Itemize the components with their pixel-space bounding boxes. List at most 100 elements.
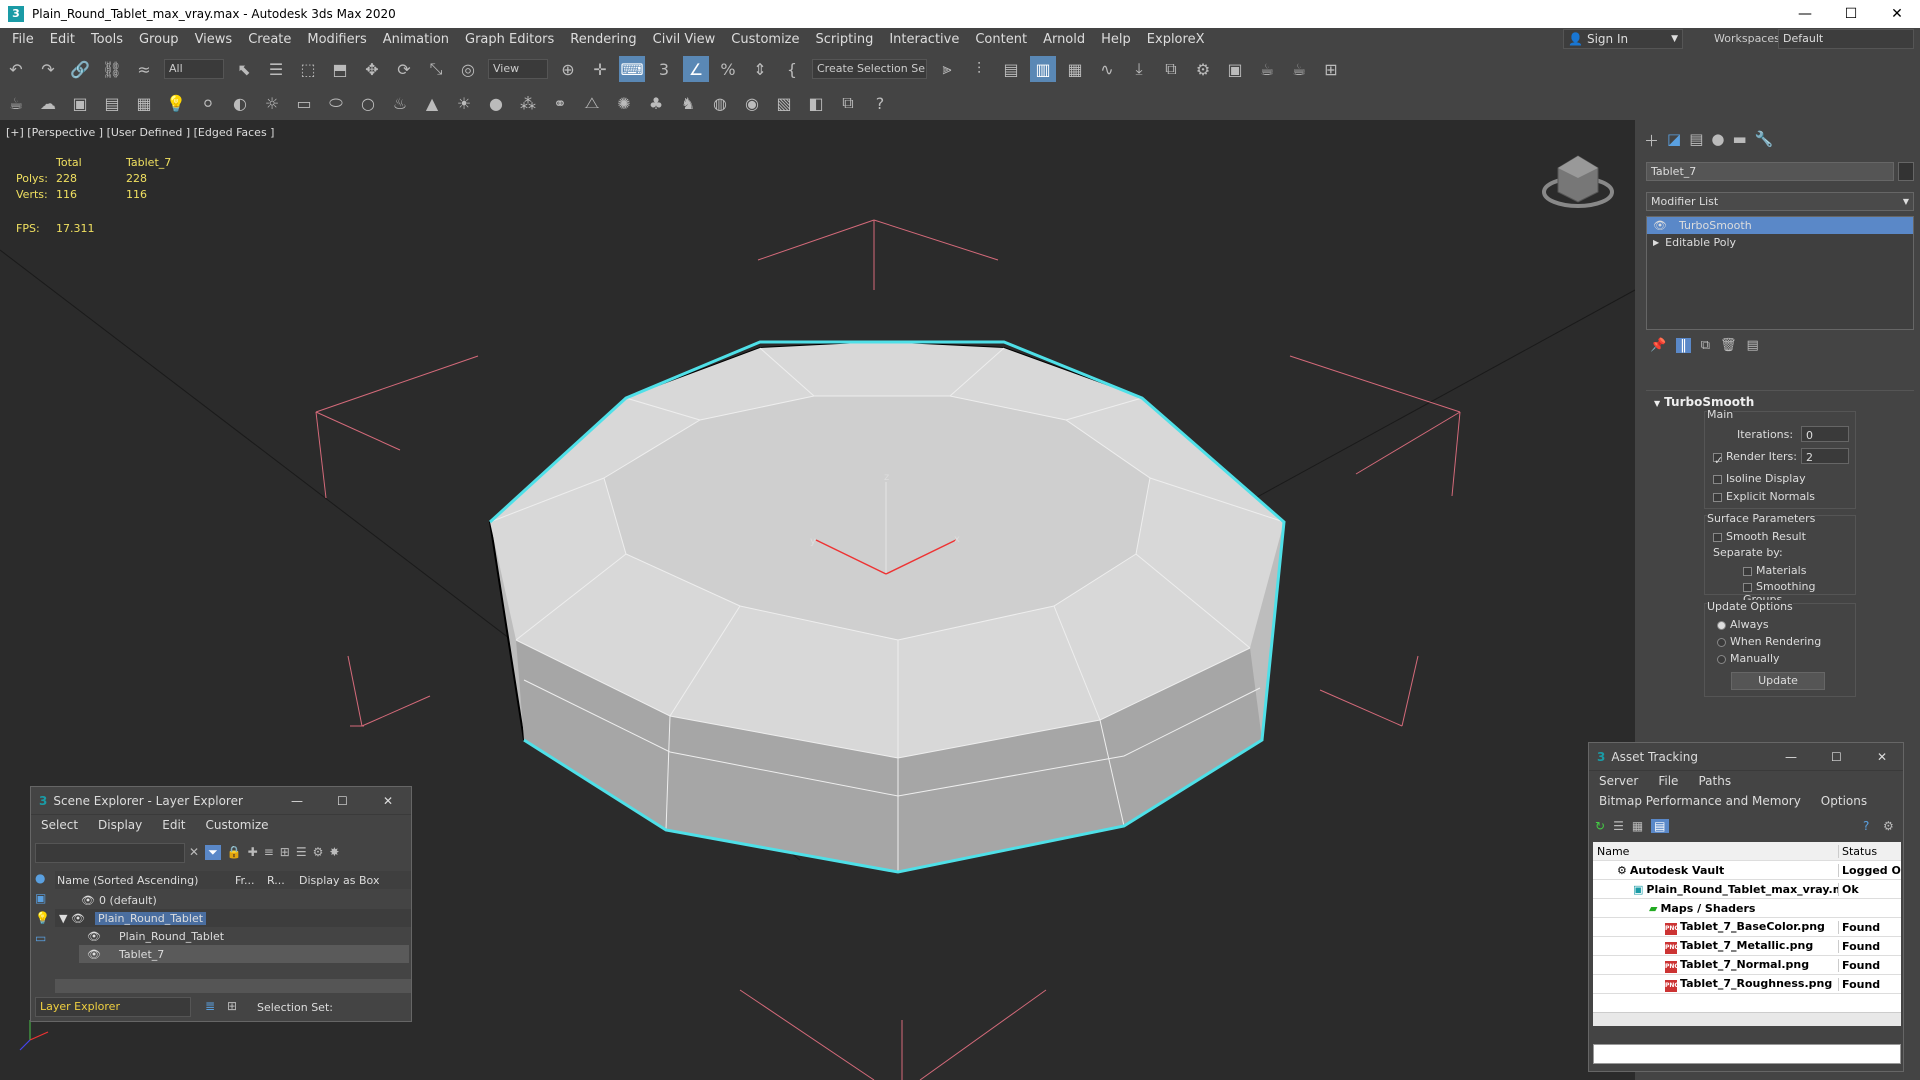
menu-explorex[interactable]: ExploreX <box>1139 32 1213 47</box>
redo-icon[interactable]: ↷ <box>35 56 61 82</box>
col-name[interactable]: Name (Sorted Ascending) <box>55 874 235 887</box>
at-col-name[interactable]: Name <box>1593 845 1838 858</box>
asset-row-roughness[interactable]: PNGTablet_7_Roughness.png Found <box>1593 975 1901 994</box>
list-view-icon[interactable]: ☰ <box>1613 819 1624 833</box>
at-menu-options[interactable]: Options <box>1811 794 1877 808</box>
add-to-layer-icon[interactable]: ≡ <box>264 845 274 860</box>
at-menu-file[interactable]: File <box>1648 774 1688 788</box>
expand-triangle-icon[interactable]: ▶ <box>1653 238 1659 247</box>
display-tab-icon[interactable]: ▬ <box>1732 130 1746 151</box>
bind-spacewarp-icon[interactable]: ≈ <box>131 56 157 82</box>
filter-icon[interactable]: ⏷ <box>205 845 221 860</box>
cloud-icon[interactable]: ☁ <box>35 90 61 116</box>
highlight-icon[interactable]: ✸ <box>329 845 339 860</box>
render-icon[interactable]: ▣ <box>67 90 93 116</box>
eye-icon[interactable]: 👁 <box>79 930 119 943</box>
pin-stack-icon[interactable]: 📌 <box>1650 338 1666 353</box>
menu-views[interactable]: Views <box>187 32 241 47</box>
asset-tracking-titlebar[interactable]: 3 Asset Tracking — ☐ ✕ <box>1589 743 1903 771</box>
utilities-tab-icon[interactable]: 🔧 <box>1755 130 1774 151</box>
stack-item-turbosmooth[interactable]: 👁 TurboSmooth <box>1647 217 1913 234</box>
export-icon[interactable]: ⧉ <box>835 90 861 116</box>
sign-in-dropdown[interactable]: 👤 Sign In ▼ <box>1563 29 1683 49</box>
eye-icon[interactable]: 👁 <box>61 894 99 907</box>
place-icon[interactable]: ◎ <box>455 56 481 82</box>
explicit-normals-checkbox[interactable]: Explicit Normals <box>1713 490 1815 503</box>
undo-icon[interactable]: ↶ <box>3 56 29 82</box>
se-search-input[interactable] <box>35 843 185 863</box>
ambient-light-icon[interactable]: ● <box>483 90 509 116</box>
always-radio[interactable]: Always <box>1717 618 1769 631</box>
selection-set-dropdown[interactable]: Create Selection Se <box>812 59 927 79</box>
help-icon[interactable]: ? <box>1863 819 1869 833</box>
at-col-status[interactable]: Status <box>1838 844 1901 858</box>
make-unique-icon[interactable]: ⧉ <box>1701 338 1710 353</box>
menu-content[interactable]: Content <box>967 32 1035 47</box>
when-rendering-radio[interactable]: When Rendering <box>1717 635 1821 648</box>
explorer-type-dropdown[interactable]: Layer Explorer <box>35 997 191 1017</box>
asset-row-normal[interactable]: PNGTablet_7_Normal.png Found <box>1593 956 1901 975</box>
close-icon[interactable]: ✕ <box>383 794 393 808</box>
isoline-display-checkbox[interactable]: Isoline Display <box>1713 472 1806 485</box>
se-menu-select[interactable]: Select <box>31 818 88 832</box>
layer-explorer-icon[interactable]: ▤ <box>998 56 1024 82</box>
pivot-icon[interactable]: ⊕ <box>555 56 581 82</box>
at-menu-paths[interactable]: Paths <box>1688 774 1741 788</box>
ref-coord-dropdown[interactable]: View <box>488 59 548 79</box>
lock-icon[interactable]: 🔒 <box>227 845 242 860</box>
window-crossing-icon[interactable]: ⬒ <box>327 56 353 82</box>
schematic-view-icon[interactable]: ⤓ <box>1126 56 1152 82</box>
new-layer-icon[interactable]: ✚ <box>248 845 258 860</box>
fur-icon[interactable]: ⁂ <box>515 90 541 116</box>
select-by-name-icon[interactable]: ☰ <box>263 56 289 82</box>
menu-modifiers[interactable]: Modifiers <box>299 32 374 47</box>
at-menu-bitmap-performance[interactable]: Bitmap Performance and Memory <box>1589 794 1811 808</box>
sphere-icon[interactable]: ◉ <box>739 90 765 116</box>
close-icon[interactable]: ✕ <box>1874 0 1920 28</box>
eye-icon[interactable]: 👁 <box>79 948 119 961</box>
render-production-icon[interactable]: ☕ <box>1254 56 1280 82</box>
angle-snap-icon[interactable]: ∠ <box>683 56 709 82</box>
camera-icon[interactable]: ⚪ <box>195 90 221 116</box>
plane-icon[interactable]: ▭ <box>291 90 317 116</box>
select-manipulate-icon[interactable]: ✛ <box>587 56 613 82</box>
workspace-dropdown[interactable]: Default <box>1778 29 1914 49</box>
mirror-icon[interactable]: ⫸ <box>934 56 960 82</box>
thumbnail-view-icon[interactable]: ▦ <box>1632 819 1643 833</box>
asset-row-vault[interactable]: ⚙Autodesk Vault Logged Ou <box>1593 861 1901 880</box>
hierarchy-icon[interactable]: ⊞ <box>227 999 237 1013</box>
hfr-icon[interactable]: ♞ <box>675 90 701 116</box>
help-icon[interactable]: ? <box>867 90 893 116</box>
menu-arnold[interactable]: Arnold <box>1035 32 1093 47</box>
maximize-icon[interactable]: ☐ <box>337 794 348 808</box>
menu-animation[interactable]: Animation <box>375 32 457 47</box>
proxy-icon[interactable]: ⚭ <box>547 90 573 116</box>
hierarchy-tab-icon[interactable]: ▤ <box>1689 130 1703 151</box>
col-display-box[interactable]: Display as Box <box>299 874 399 887</box>
minimize-icon[interactable]: — <box>291 794 303 808</box>
asset-row-maps[interactable]: ▰ Maps / Shaders <box>1593 899 1901 918</box>
maximize-icon[interactable]: ☐ <box>1831 750 1842 764</box>
display-objects-icon[interactable]: ● <box>35 871 50 885</box>
display-geometry-icon[interactable]: ▣ <box>35 891 50 905</box>
menu-interactive[interactable]: Interactive <box>881 32 967 47</box>
sun-light-icon[interactable]: ☀ <box>451 90 477 116</box>
percent-snap-icon[interactable]: % <box>715 56 741 82</box>
move-icon[interactable]: ✥ <box>359 56 385 82</box>
keyboard-shortcut-icon[interactable]: ⌨ <box>619 56 645 82</box>
menu-rendering[interactable]: Rendering <box>562 32 644 47</box>
cone-icon[interactable]: ▲ <box>419 90 445 116</box>
scene-explorer-titlebar[interactable]: 3 Scene Explorer - Layer Explorer — ☐ ✕ <box>31 787 411 815</box>
modifier-list-dropdown[interactable]: Modifier List ▼ <box>1646 192 1914 211</box>
iterations-spinner[interactable]: 0 <box>1801 426 1849 442</box>
layers-icon[interactable]: ☰ <box>296 845 307 860</box>
scene-explorer-icon[interactable]: ▥ <box>1030 56 1056 82</box>
se-menu-customize[interactable]: Customize <box>196 818 279 832</box>
object-row-tablet-7[interactable]: 👁 Tablet_7 <box>79 945 409 963</box>
select-object-icon[interactable]: ⬉ <box>231 56 257 82</box>
ribbon-icon[interactable]: ▦ <box>1062 56 1088 82</box>
plant-icon[interactable]: ♣ <box>643 90 669 116</box>
configure-sets-icon[interactable]: ▤ <box>1747 338 1759 353</box>
bitmap-icon[interactable]: ▧ <box>771 90 797 116</box>
hierarchy-icon[interactable]: ⊞ <box>280 845 290 860</box>
